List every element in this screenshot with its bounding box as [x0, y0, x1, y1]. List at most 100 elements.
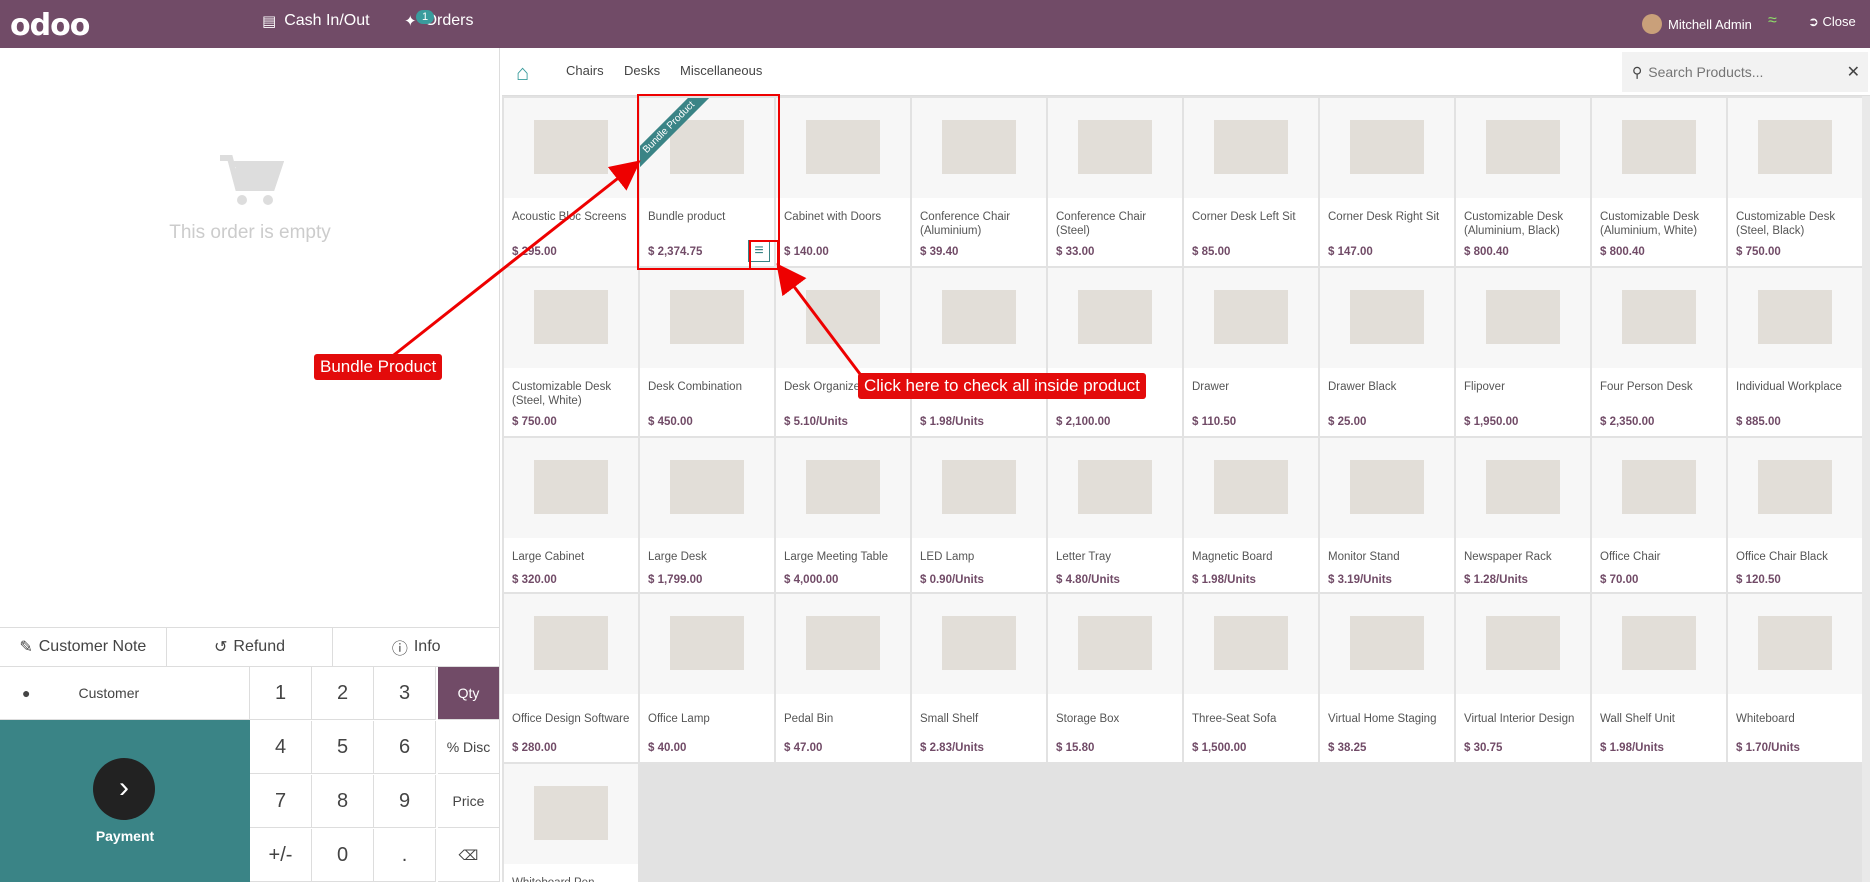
cash-in-out-button[interactable]: ▤ Cash In/Out [262, 12, 370, 30]
product-card[interactable]: Virtual Interior Design $ 30.75 [1456, 594, 1590, 762]
product-price: $ 25.00 [1328, 416, 1367, 428]
numpad-key[interactable]: 4 [250, 721, 312, 774]
payment-label: Payment [95, 828, 155, 844]
numpad-key[interactable]: +/- [250, 829, 312, 882]
product-card[interactable]: Customizable Desk (Aluminium, Black) $ 80… [1456, 98, 1590, 266]
category-miscellaneous[interactable]: Miscellaneous [680, 63, 762, 78]
numpad-key[interactable]: 8 [312, 775, 374, 828]
payment-button[interactable]: › Payment [0, 720, 250, 882]
numpad-key[interactable]: 0 [312, 829, 374, 882]
search-input[interactable] [1648, 64, 1829, 80]
product-card[interactable]: Customizable Desk (Aluminium, White) $ 80… [1592, 98, 1726, 266]
product-card[interactable]: Desk Pad$ 1.98/Units [912, 268, 1046, 436]
product-card[interactable]: Drawer Black $ 25.00 [1320, 268, 1454, 436]
numpad-key[interactable]: . [374, 829, 436, 882]
numpad-mode-qty[interactable]: Qty [438, 667, 500, 720]
product-price: $ 295.00 [512, 246, 557, 258]
product-card[interactable]: Small Shelf $ 2.83/Units [912, 594, 1046, 762]
product-image [1456, 98, 1590, 198]
product-card[interactable]: Newspaper Rack $ 1.28/Units [1456, 438, 1590, 592]
product-price: $ 750.00 [1736, 246, 1781, 258]
product-card[interactable]: Office Chair $ 70.00 [1592, 438, 1726, 592]
numpad-mode-disc[interactable]: % Disc [438, 721, 500, 774]
product-card[interactable]: Four Person Desk $ 2,350.00 [1592, 268, 1726, 436]
product-card[interactable]: Office Chair Black $ 120.50 [1728, 438, 1862, 592]
product-card[interactable]: Customizable Desk (Steel, Black) $ 750.00 [1728, 98, 1862, 266]
product-card[interactable]: Three-Seat Sofa $ 1,500.00 [1184, 594, 1318, 762]
product-name: Virtual Interior Design [1464, 713, 1575, 725]
orders-button[interactable]: ✦ Orders [404, 12, 473, 30]
product-name: Newspaper Rack [1464, 551, 1552, 563]
product-image [640, 268, 774, 368]
numpad-key[interactable]: 9 [374, 775, 436, 828]
product-price: $ 40.00 [648, 742, 687, 754]
product-card[interactable]: Large Meeting Table $ 4,000.00 [776, 438, 910, 592]
numpad-key[interactable]: 7 [250, 775, 312, 828]
product-card[interactable]: Desk Screen$ 2,100.00 [1048, 268, 1182, 436]
scrollbar[interactable] [1862, 96, 1870, 882]
customer-note-button[interactable]: ✎ Customer Note [0, 628, 167, 666]
product-card[interactable]: Corner Desk Left Sit $ 85.00 [1184, 98, 1318, 266]
product-price: $ 2,374.75 [648, 246, 703, 258]
product-price: $ 320.00 [512, 574, 557, 586]
product-name: Conference Chair (Aluminium) [920, 211, 1011, 237]
customer-button[interactable]: ● Customer [0, 667, 250, 720]
product-card[interactable]: Conference Chair (Aluminium) $ 39.40 [912, 98, 1046, 266]
backspace-icon[interactable]: ⌫ [438, 829, 500, 882]
product-name: Office Chair [1600, 551, 1661, 563]
refund-button[interactable]: ↺ Refund [166, 628, 334, 666]
undo-icon: ↺ [214, 639, 228, 656]
numpad-key[interactable]: 5 [312, 721, 374, 774]
product-card[interactable]: Cabinet with Doors $ 140.00 [776, 98, 910, 266]
product-card[interactable]: Office Lamp $ 40.00 [640, 594, 774, 762]
product-image [504, 98, 638, 198]
product-price: $ 1.98/Units [1600, 742, 1664, 754]
numpad-key[interactable]: 3 [374, 667, 436, 720]
info-button[interactable]: ⓘ Info [333, 628, 501, 666]
user-menu[interactable]: Mitchell Admin [1642, 14, 1752, 34]
product-price: $ 885.00 [1736, 416, 1781, 428]
product-card[interactable]: Magnetic Board $ 1.98/Units [1184, 438, 1318, 592]
close-button[interactable]: ➲ Close [1808, 14, 1856, 30]
product-card[interactable]: LED Lamp $ 0.90/Units [912, 438, 1046, 592]
product-price: $ 800.40 [1464, 246, 1509, 258]
product-card[interactable]: Individual Workplace $ 885.00 [1728, 268, 1862, 436]
numpad-key[interactable]: 6 [374, 721, 436, 774]
category-chairs[interactable]: Chairs [566, 63, 604, 78]
product-card[interactable]: Letter Tray $ 4.80/Units [1048, 438, 1182, 592]
product-card[interactable]: Office Design Software $ 280.00 [504, 594, 638, 762]
product-card[interactable]: Bundle Product ≡ Bundle product $ 2,374.75 [640, 98, 774, 266]
product-image [1048, 594, 1182, 694]
product-name: Virtual Home Staging [1328, 713, 1437, 725]
product-card[interactable]: Wall Shelf Unit $ 1.98/Units [1592, 594, 1726, 762]
top-bar: odoo ▤ Cash In/Out ✦ Orders 1 Mitchell A… [0, 0, 1870, 48]
product-price: $ 280.00 [512, 742, 557, 754]
product-card[interactable]: Drawer $ 110.50 [1184, 268, 1318, 436]
product-card[interactable]: Large Cabinet $ 320.00 [504, 438, 638, 592]
close-icon[interactable]: ✕ [1847, 62, 1860, 82]
home-icon[interactable]: ⌂ [516, 60, 529, 86]
product-card[interactable]: Customizable Desk (Steel, White) $ 750.00 [504, 268, 638, 436]
category-desks[interactable]: Desks [624, 63, 660, 78]
product-name: Large Meeting Table [784, 551, 888, 563]
product-card[interactable]: Virtual Home Staging $ 38.25 [1320, 594, 1454, 762]
product-image [1592, 594, 1726, 694]
product-card[interactable]: Whiteboard Pen [504, 764, 638, 882]
product-card[interactable]: Corner Desk Right Sit $ 147.00 [1320, 98, 1454, 266]
product-card[interactable]: Acoustic Bloc Screens $ 295.00 [504, 98, 638, 266]
product-card[interactable]: Large Desk $ 1,799.00 [640, 438, 774, 592]
product-card[interactable]: Desk Organizer $ 5.10/Units [776, 268, 910, 436]
product-card[interactable]: Desk Combination $ 450.00 [640, 268, 774, 436]
product-price: $ 450.00 [648, 416, 693, 428]
bundle-details-button[interactable]: ≡ [748, 240, 770, 262]
numpad-key[interactable]: 1 [250, 667, 312, 720]
product-card[interactable]: Whiteboard $ 1.70/Units [1728, 594, 1862, 762]
product-card[interactable]: Conference Chair (Steel) $ 33.00 [1048, 98, 1182, 266]
product-card[interactable]: Monitor Stand $ 3.19/Units [1320, 438, 1454, 592]
numpad-key[interactable]: 2 [312, 667, 374, 720]
product-image [1320, 594, 1454, 694]
numpad-mode-price[interactable]: Price [438, 775, 500, 828]
product-card[interactable]: Flipover $ 1,950.00 [1456, 268, 1590, 436]
product-card[interactable]: Storage Box $ 15.80 [1048, 594, 1182, 762]
product-card[interactable]: Pedal Bin $ 47.00 [776, 594, 910, 762]
